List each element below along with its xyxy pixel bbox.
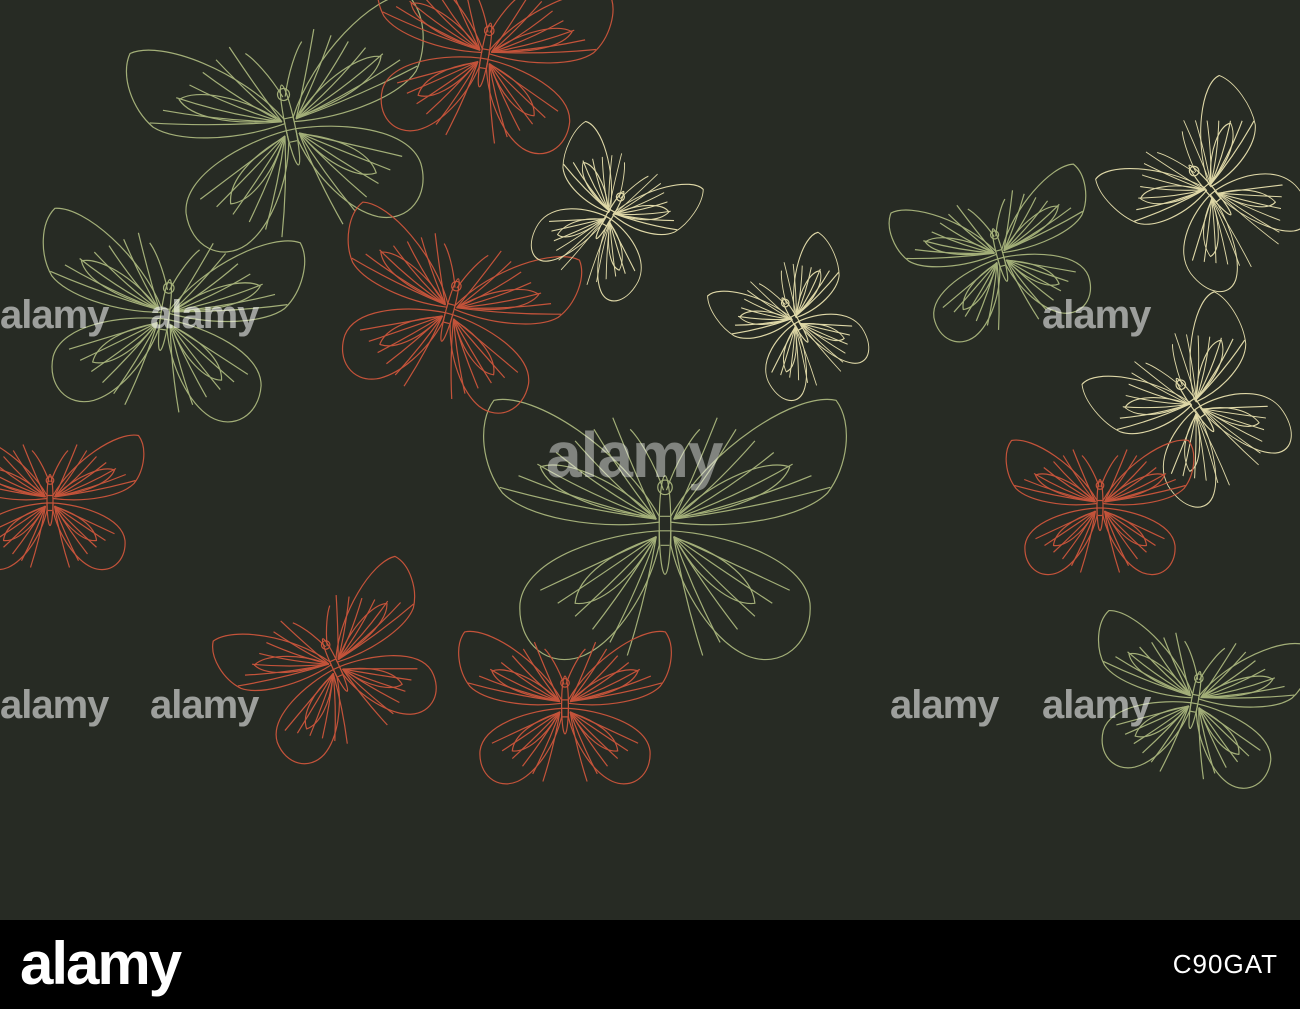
butterfly-pattern-svg bbox=[0, 0, 1300, 920]
footer-bar: alamy C90GAT bbox=[0, 920, 1300, 1009]
footer-logo: alamy bbox=[20, 930, 182, 997]
image-id: C90GAT bbox=[1172, 949, 1278, 979]
stock-image: alamy alamy alamy alamy alamy alamy alam… bbox=[0, 0, 1300, 1009]
butterfly-pattern bbox=[0, 0, 1300, 920]
